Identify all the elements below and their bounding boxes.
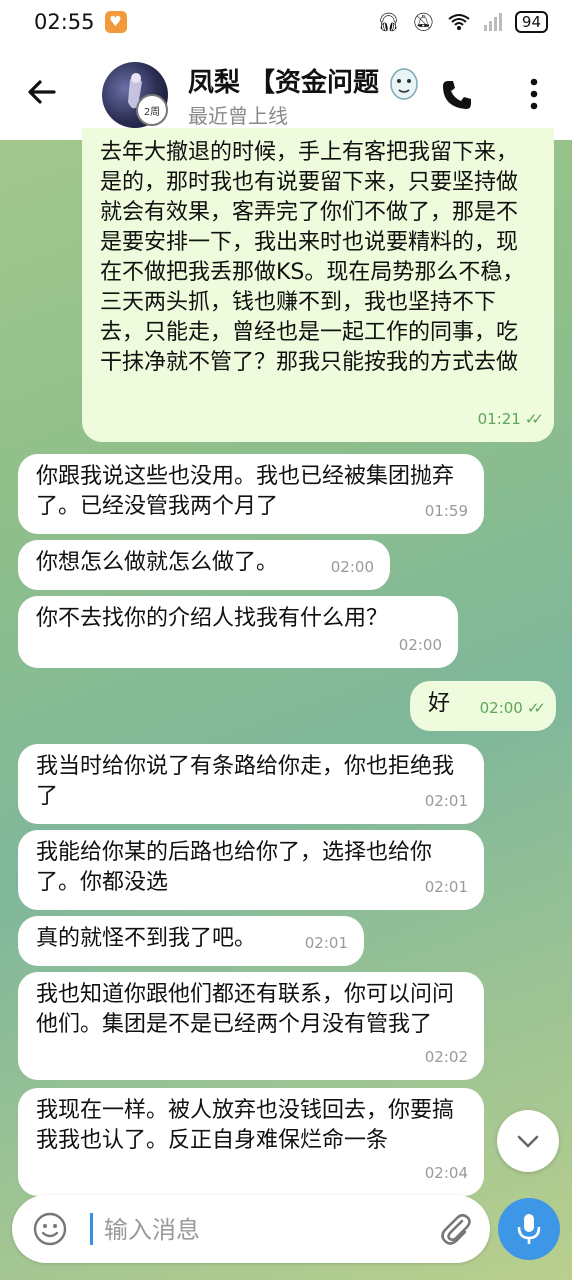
- text-cursor: [90, 1213, 93, 1245]
- headphones-icon: 🎧︎: [377, 11, 401, 33]
- signal-icon: [483, 13, 502, 31]
- chevron-down-icon: [517, 1135, 539, 1148]
- message-text: 我也知道你跟他们都还有联系，你可以问问他们。集团是不是已经两个月没有管我了: [36, 982, 455, 1037]
- microphone-icon: [517, 1214, 541, 1244]
- message-text: 去年大撤退的时候，手上有客把我留下来，是的，那时我也有说要留下来，只要坚持做就会…: [100, 140, 525, 375]
- message-time: 02:01: [424, 792, 468, 810]
- chat-title[interactable]: 凤梨 【资金问题: [188, 62, 383, 99]
- message-text: 你不去找你的介绍人找我有什么用？: [36, 606, 389, 631]
- message-bubble-outgoing[interactable]: 去年大撤退的时候，手上有客把我留下来，是的，那时我也有说要留下来，只要坚持做就会…: [82, 128, 554, 442]
- sticker-emoji-icon: [390, 68, 418, 100]
- status-right: 🎧︎ 🔕︎ 94: [377, 11, 548, 33]
- paperclip-icon[interactable]: [436, 1209, 476, 1249]
- wifi-icon: [448, 14, 470, 30]
- scroll-to-bottom-button[interactable]: [497, 1110, 559, 1172]
- message-bubble-incoming[interactable]: 你想怎么做就怎么做了。 02:00: [18, 540, 390, 590]
- phone-call-icon[interactable]: [440, 78, 474, 112]
- read-receipt-icon: ✓✓: [526, 699, 546, 717]
- story-badge[interactable]: 2周: [136, 94, 168, 126]
- message-text: 我现在一样。被人放弃也没钱回去，你要搞我我也认了。反正自身难保烂命一条: [36, 1098, 455, 1153]
- message-bubble-incoming[interactable]: 你不去找你的介绍人找我有什么用？ 02:00: [18, 596, 458, 668]
- message-bubble-incoming[interactable]: 你跟我说这些也没用。我也已经被集团抛弃了。已经没管我两个月了 01:59: [18, 454, 484, 534]
- message-time: 02:01: [304, 934, 348, 952]
- message-time: 02:00: [330, 558, 374, 576]
- chat-header: 2周 凤梨 【资金问题 最近曾上线: [0, 44, 572, 140]
- message-text: 真的就怪不到我了吧。: [36, 926, 257, 951]
- message-text: 好: [428, 691, 451, 716]
- message-bubble-incoming[interactable]: 真的就怪不到我了吧。 02:01: [18, 916, 364, 966]
- message-bubble-outgoing[interactable]: 好 02:00 ✓✓: [410, 681, 556, 731]
- message-time: 02:00 ✓✓: [479, 699, 546, 717]
- more-options-icon[interactable]: [524, 76, 544, 112]
- message-text: 我能给你某的后路也给你了，选择也给你了。你都没选: [36, 840, 433, 895]
- message-time: 02:04: [424, 1164, 468, 1182]
- status-left: 02:55 ♥: [34, 10, 127, 34]
- message-time: 01:59: [424, 502, 468, 520]
- message-text: 你跟我说这些也没用。我也已经被集团抛弃了。已经没管我两个月了: [36, 464, 455, 519]
- message-input[interactable]: [102, 1207, 406, 1253]
- mute-bell-icon: 🔕︎: [412, 11, 435, 33]
- message-time: 02:02: [424, 1048, 468, 1066]
- message-bubble-incoming[interactable]: 我现在一样。被人放弃也没钱回去，你要搞我我也认了。反正自身难保烂命一条 02:0…: [18, 1088, 484, 1196]
- message-bubble-incoming[interactable]: 我当时给你说了有条路给你走，你也拒绝我了 02:01: [18, 744, 484, 824]
- clock: 02:55: [34, 10, 95, 34]
- status-bar: 02:55 ♥ 🎧︎ 🔕︎ 94: [0, 0, 572, 44]
- message-time: 02:00: [398, 636, 442, 654]
- message-text: 我当时给你说了有条路给你走，你也拒绝我了: [36, 754, 455, 809]
- back-arrow-icon[interactable]: [24, 74, 60, 110]
- voice-record-button[interactable]: [498, 1198, 560, 1260]
- message-text: 你想怎么做就怎么做了。: [36, 550, 279, 575]
- emoji-icon[interactable]: [32, 1211, 68, 1247]
- last-seen-status: 最近曾上线: [188, 104, 288, 128]
- message-bubble-incoming[interactable]: 我也知道你跟他们都还有联系，你可以问问他们。集团是不是已经两个月没有管我了 02…: [18, 972, 484, 1080]
- battery-icon: 94: [514, 11, 548, 33]
- message-composer: [12, 1195, 490, 1263]
- message-time: 01:21 ✓✓: [477, 410, 544, 428]
- message-bubble-incoming[interactable]: 我能给你某的后路也给你了，选择也给你了。你都没选 02:01: [18, 830, 484, 910]
- read-receipt-icon: ✓✓: [524, 410, 544, 428]
- notification-heart-icon: ♥: [104, 11, 127, 33]
- message-time: 02:01: [424, 878, 468, 896]
